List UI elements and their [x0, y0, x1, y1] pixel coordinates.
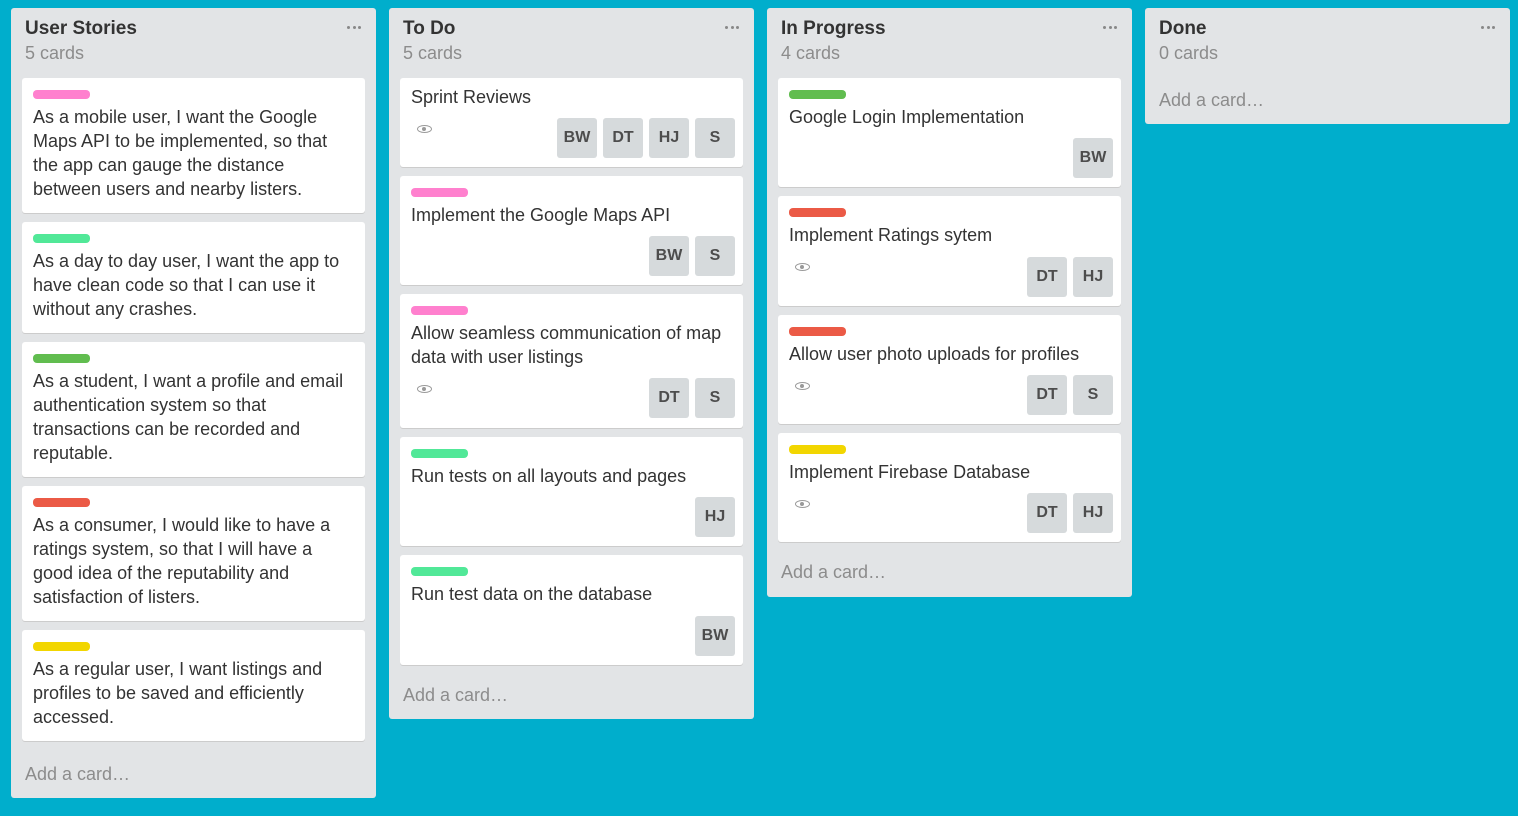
list-in-progress: In Progress 4 cards Google Login Impleme… [767, 8, 1132, 597]
card[interactable]: As a consumer, I would like to have a ra… [22, 486, 365, 621]
eye-icon [417, 125, 432, 133]
card-title: As a consumer, I would like to have a ra… [33, 515, 331, 607]
card-members: DT HJ [1027, 257, 1113, 297]
card-label [411, 306, 468, 315]
avatar[interactable]: DT [1027, 257, 1067, 297]
card[interactable]: Sprint Reviews BW DT HJ S [400, 78, 743, 167]
card-members: BW [1073, 138, 1113, 178]
card[interactable]: Implement the Google Maps API BW S [400, 176, 743, 285]
avatar[interactable]: HJ [649, 118, 689, 158]
card-title: Allow seamless communication of map data… [411, 323, 722, 367]
card-members: BW DT HJ S [557, 118, 735, 158]
card-members: DT S [1027, 375, 1113, 415]
card[interactable]: Allow user photo uploads for profiles DT… [778, 315, 1121, 424]
add-card-link[interactable]: Add a card… [1159, 90, 1264, 111]
card[interactable]: As a regular user, I want listings and p… [22, 630, 365, 741]
eye-icon [417, 385, 432, 393]
list-header: In Progress 4 cards [778, 8, 1121, 78]
card-label [33, 642, 90, 651]
list-card-count: 5 cards [403, 43, 463, 63]
list-user-stories: User Stories 5 cards As a mobile user, I… [11, 8, 376, 798]
list-card-count: 0 cards [1159, 43, 1219, 63]
card-members: HJ [695, 497, 735, 537]
avatar[interactable]: S [695, 118, 735, 158]
board: User Stories 5 cards As a mobile user, I… [0, 0, 1518, 816]
add-card-link[interactable]: Add a card… [25, 764, 130, 785]
card-title: As a mobile user, I want the Google Maps… [33, 107, 328, 199]
list-done: Done 0 cards Add a card… [1145, 8, 1510, 124]
avatar[interactable]: HJ [1073, 257, 1113, 297]
list-card-count: 4 cards [781, 43, 841, 63]
card-label [33, 354, 90, 363]
card-title: Google Login Implementation [789, 107, 1025, 127]
card-title: Sprint Reviews [411, 87, 532, 107]
card-label [789, 445, 846, 454]
avatar[interactable]: DT [603, 118, 643, 158]
card-title: Implement the Google Maps API [411, 205, 671, 225]
card-title: As a student, I want a profile and email… [33, 371, 344, 463]
avatar[interactable]: HJ [1073, 493, 1113, 533]
eye-icon [795, 382, 810, 390]
card-label [33, 234, 90, 243]
eye-icon [795, 500, 810, 508]
avatar[interactable]: DT [1027, 375, 1067, 415]
card[interactable]: Implement Firebase Database DT HJ [778, 433, 1121, 542]
card-label [33, 498, 90, 507]
card-members: BW [695, 616, 735, 656]
list-header: Done 0 cards [1156, 8, 1499, 78]
list-title[interactable]: Done [1159, 18, 1207, 40]
avatar[interactable]: S [695, 236, 735, 276]
eye-icon [795, 263, 810, 271]
card-label [411, 188, 468, 197]
card-title: As a regular user, I want listings and p… [33, 659, 323, 727]
card[interactable]: Implement Ratings sytem DT HJ [778, 196, 1121, 306]
avatar[interactable]: DT [649, 378, 689, 418]
list-title[interactable]: To Do [403, 18, 455, 40]
card-title: As a day to day user, I want the app to … [33, 251, 340, 319]
avatar[interactable]: S [695, 378, 735, 418]
card-title: Implement Firebase Database [789, 462, 1031, 482]
more-options-icon[interactable] [1481, 20, 1495, 34]
card[interactable]: Run test data on the database BW [400, 555, 743, 665]
avatar[interactable]: BW [695, 616, 735, 656]
card[interactable]: Allow seamless communication of map data… [400, 294, 743, 428]
card[interactable]: Run tests on all layouts and pages HJ [400, 437, 743, 546]
avatar[interactable]: S [1073, 375, 1113, 415]
list-header: To Do 5 cards [400, 8, 743, 78]
card-label [33, 90, 90, 99]
more-options-icon[interactable] [725, 20, 739, 34]
card-members: BW S [649, 236, 735, 276]
add-card-link[interactable]: Add a card… [781, 562, 886, 583]
add-card-link[interactable]: Add a card… [403, 685, 508, 706]
card[interactable]: As a student, I want a profile and email… [22, 342, 365, 477]
card-title: Implement Ratings sytem [789, 225, 993, 245]
list-title[interactable]: User Stories [25, 18, 137, 40]
card-title: Run tests on all layouts and pages [411, 466, 687, 486]
card-members: DT HJ [1027, 493, 1113, 533]
avatar[interactable]: HJ [695, 497, 735, 537]
card-title: Allow user photo uploads for profiles [789, 344, 1080, 364]
avatar[interactable]: DT [1027, 493, 1067, 533]
more-options-icon[interactable] [347, 20, 361, 34]
card[interactable]: Google Login Implementation BW [778, 78, 1121, 187]
card-label [789, 208, 846, 217]
card-label [411, 449, 468, 458]
card-members: DT S [649, 378, 735, 418]
card[interactable]: As a day to day user, I want the app to … [22, 222, 365, 333]
card-label [411, 567, 468, 576]
avatar[interactable]: BW [1073, 138, 1113, 178]
list-card-count: 5 cards [25, 43, 85, 63]
card[interactable]: As a mobile user, I want the Google Maps… [22, 78, 365, 213]
list-to-do: To Do 5 cards Sprint Reviews BW DT HJ S … [389, 8, 754, 719]
avatar[interactable]: BW [557, 118, 597, 158]
list-header: User Stories 5 cards [22, 8, 365, 78]
card-label [789, 90, 846, 99]
card-label [789, 327, 846, 336]
more-options-icon[interactable] [1103, 20, 1117, 34]
avatar[interactable]: BW [649, 236, 689, 276]
list-title[interactable]: In Progress [781, 18, 886, 40]
card-title: Run test data on the database [411, 584, 653, 604]
